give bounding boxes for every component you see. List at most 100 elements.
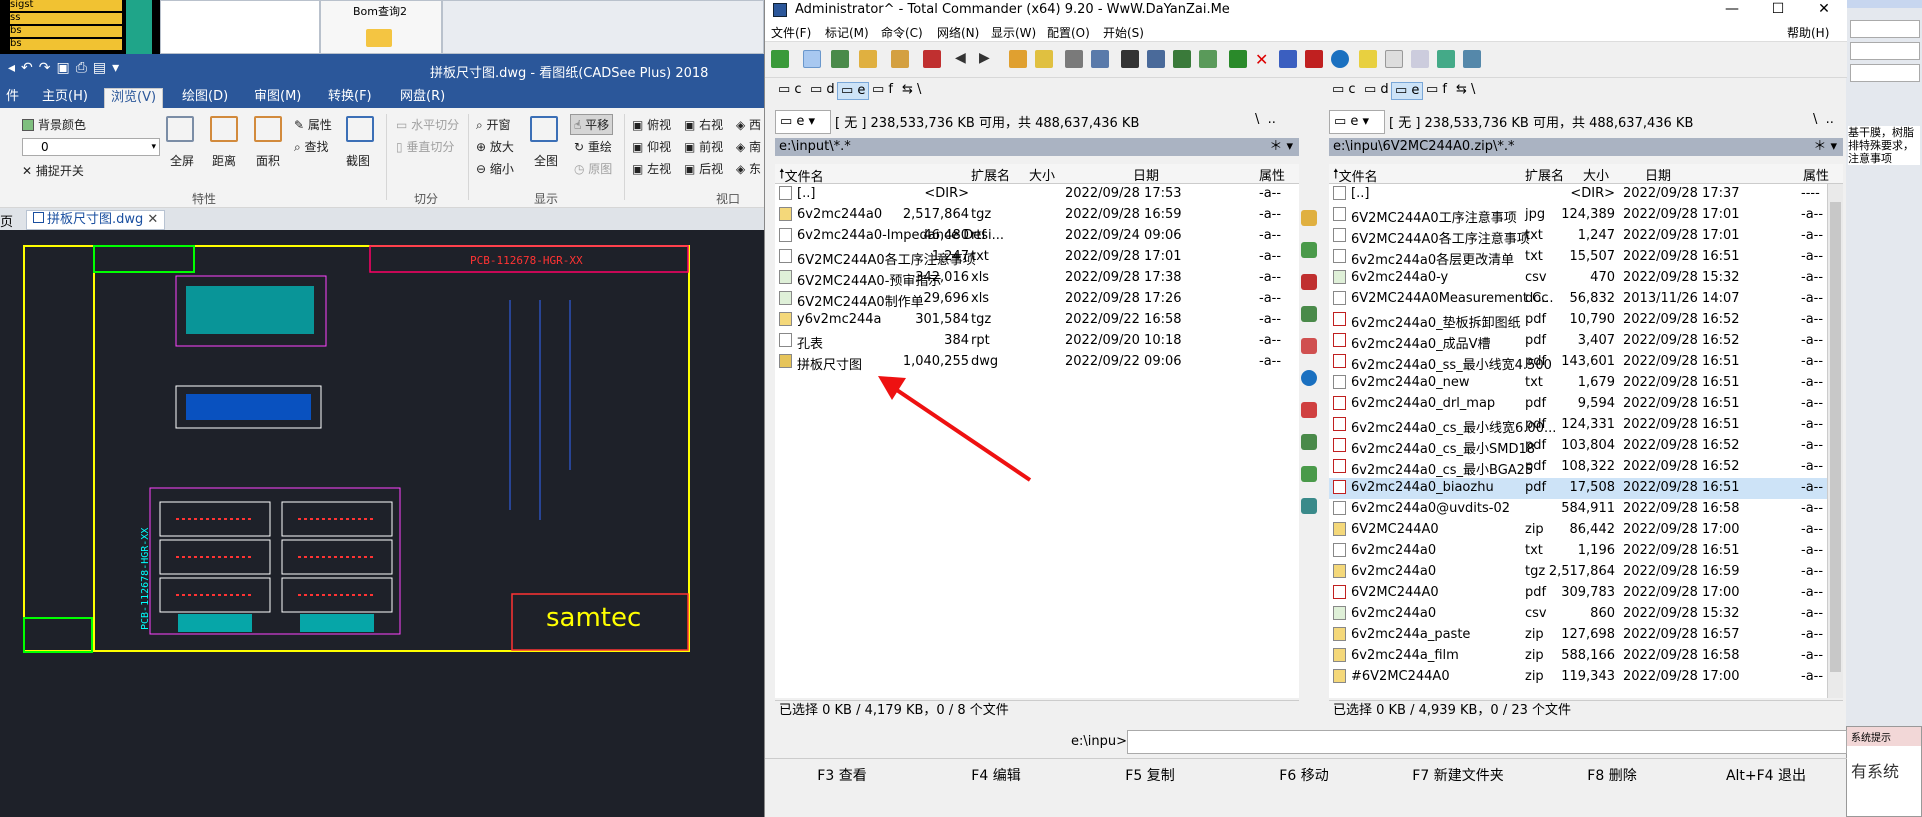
left-network-drive[interactable]: ⇆ \ (899, 82, 924, 100)
settings-icon[interactable] (1463, 50, 1481, 68)
chart-icon[interactable] (1301, 498, 1317, 514)
excel-icon[interactable] (1301, 466, 1317, 482)
file-row[interactable]: 6V2MC244A0工序注意事项 jpg 124,389 2022/09/28 17:… (1329, 205, 1827, 226)
globe-icon[interactable] (1331, 50, 1349, 68)
prev-doc-tab[interactable]: 页 (0, 211, 13, 230)
shield-icon[interactable] (1301, 402, 1317, 418)
ftp-new-icon[interactable] (1091, 50, 1109, 68)
pdf-icon[interactable] (1305, 50, 1323, 68)
file-row[interactable]: 6V2MC244A0制作单 xls 29,696 2022/09/28 17:26 -a… (775, 289, 1299, 310)
layer-dropdown[interactable]: 0 ▾ (22, 138, 160, 156)
pan-button[interactable]: ☝ 平移 (570, 114, 614, 135)
zoom-out-button[interactable]: ⊖ 缩小 (476, 160, 514, 177)
file-row[interactable]: 6v2mc244a0_垫板拆卸图纸 pdf 10,790 2022/09/28 16:… (1329, 310, 1827, 331)
document-icon[interactable] (1385, 50, 1403, 68)
tab-draw[interactable]: 绘图(D) (176, 88, 234, 108)
menu-file[interactable]: 文件(F) (771, 24, 811, 41)
back-icon[interactable]: ◀ (955, 50, 973, 68)
file-row[interactable]: 6v2mc244a0-Impedance Desi... rtf 46,480 202… (775, 226, 1299, 247)
tc-title-bar[interactable]: Administrator^ - Total Commander (x64) 9… (765, 0, 1847, 20)
front-view-button[interactable]: ▣ 前视 (684, 138, 723, 155)
file-row[interactable]: y6v2mc244a tgz 301,584 2022/09/22 16:58 -a-- (775, 310, 1299, 331)
col-date[interactable]: 日期 (1645, 165, 1671, 184)
file-row[interactable]: 6v2mc244a0各层更改清单 txt 15,507 2022/09/28 16:5… (1329, 247, 1827, 268)
screenshot-button[interactable]: 截图 (346, 152, 370, 169)
left-root-button[interactable]: \ .. (1255, 112, 1276, 127)
east-view-button[interactable]: ◈ 东 (736, 160, 761, 177)
font-icon[interactable] (1359, 50, 1377, 68)
right-scrollbar[interactable] (1827, 184, 1843, 698)
thumbnail-icon[interactable] (831, 50, 849, 68)
file-row[interactable]: 6v2mc244a0_drl_map pdf 9,594 2022/09/28 16:… (1329, 394, 1827, 415)
notepad-icon[interactable] (1411, 50, 1429, 68)
right-history-icon[interactable]: ＊ ▾ (1813, 138, 1837, 155)
file-row[interactable]: 6v2mc244a0@uvdits-02 584,911 2022/09/28 16… (1329, 499, 1827, 520)
full-view-button[interactable]: 全图 (534, 152, 558, 169)
cad-window[interactable]: ◂↶↷▣⎙▤▾ 拼板尺寸图.dwg - 看图纸(CADSee Plus) 201… (0, 54, 765, 817)
file-row[interactable]: 6V2MC244A0各工序注意事项 txt 1,247 2022/09/28 17:0… (1329, 226, 1827, 247)
col-ext[interactable]: 扩展名 (1525, 165, 1564, 184)
ftp-icon[interactable] (1065, 50, 1083, 68)
image-icon[interactable] (1301, 338, 1317, 354)
area-button[interactable]: 面积 (256, 152, 280, 169)
file-row[interactable]: 6v2mc244a0_成品V槽 pdf 3,407 2022/09/28 16:52 -… (1329, 331, 1827, 352)
right-drive-e[interactable]: ▭ e (1391, 82, 1424, 100)
file-row[interactable]: 6v2mc244a0 csv 860 2022/09/28 15:32 -a-- (1329, 604, 1827, 625)
file-row[interactable]: 6v2mc244a0_biaozhu pdf 17,508 2022/09/28 16… (1329, 478, 1827, 499)
maximize-button[interactable]: ☐ (1755, 0, 1801, 20)
f7-mkdir-button[interactable]: F7 新建文件夹 (1381, 765, 1535, 785)
close-icon[interactable]: ✕ (147, 212, 158, 227)
fullscreen-button[interactable]: 全屏 (170, 152, 194, 169)
f5-copy-button[interactable]: F5 复制 (1073, 765, 1227, 785)
command-line-input[interactable] (1127, 730, 1847, 754)
v-split-button[interactable]: ▯ 垂直切分 (396, 138, 454, 155)
f4-edit-button[interactable]: F4 编辑 (919, 765, 1073, 785)
menu-show[interactable]: 显示(W) (991, 24, 1036, 41)
tab-browse[interactable]: 浏览(V) (104, 88, 164, 108)
open-window-button[interactable]: ⌕ 开窗 (476, 116, 511, 133)
f3-view-button[interactable]: F3 查看 (765, 765, 919, 785)
rename-icon[interactable] (1147, 50, 1165, 68)
top-view-button[interactable]: ▣ 俯视 (632, 116, 671, 133)
bg-color-button[interactable]: 背景颜色 (22, 116, 86, 133)
tab-review[interactable]: 审图(M) (248, 88, 307, 108)
file-row[interactable]: 6v2mc244a0-y csv 470 2022/09/28 15:32 -a-- (1329, 268, 1827, 289)
file-row[interactable]: #6V2MC244A0 zip 119,343 2022/09/28 17:00 -a-… (1329, 667, 1827, 688)
tab-home[interactable]: 主页(H) (36, 88, 94, 108)
user-icon[interactable] (1301, 306, 1317, 322)
file-row[interactable]: 6V2MC244A0-预审指示 xls 342,016 2022/09/28 17:3… (775, 268, 1299, 289)
multi-rename-icon[interactable] (1199, 50, 1217, 68)
file-row[interactable]: 6v2mc244a0_cs_最小线宽6.00... pdf 124,331 2022/… (1329, 415, 1827, 436)
tab-file[interactable]: 件 (0, 88, 25, 108)
file-row[interactable]: 6V2MC244A0 pdf 309,783 2022/09/28 17:00 -a-- (1329, 583, 1827, 604)
minimize-button[interactable]: — (1709, 0, 1755, 20)
left-drive-c[interactable]: ▭ c (775, 82, 805, 100)
bottom-view-button[interactable]: ▣ 仰视 (632, 138, 671, 155)
f6-move-button[interactable]: F6 移动 (1227, 765, 1381, 785)
left-path[interactable]: e:\input\*.* ＊ ▾ (775, 138, 1299, 156)
h-split-button[interactable]: ▭ 水平切分 (396, 116, 459, 133)
left-drive-f[interactable]: ▭ f (869, 82, 896, 100)
col-attr[interactable]: 属性 (1803, 165, 1829, 184)
menu-start[interactable]: 开始(S) (1103, 24, 1144, 41)
menu-commands[interactable]: 命令(C) (881, 24, 923, 41)
origin-button[interactable]: ◷ 原图 (574, 160, 612, 177)
f8-delete-button[interactable]: F8 删除 (1535, 765, 1689, 785)
tab-cloud[interactable]: 网盘(R) (394, 88, 451, 108)
menu-help[interactable]: 帮助(H) (1787, 24, 1829, 41)
compare-icon[interactable] (891, 50, 909, 68)
file-row[interactable]: 6v2mc244a0_cs_最小BGA25 pdf 108,322 2022/09/2… (1329, 457, 1827, 478)
copy-names-icon[interactable] (1229, 50, 1247, 68)
sync-icon[interactable] (1173, 50, 1191, 68)
redraw-button[interactable]: ↻ 重绘 (574, 138, 612, 155)
right-view-button[interactable]: ▣ 右视 (684, 116, 723, 133)
alt-f4-exit-button[interactable]: Alt+F4 退出 (1689, 765, 1843, 785)
col-size[interactable]: 大小 (1583, 165, 1609, 184)
cad-title-bar[interactable]: ◂↶↷▣⎙▤▾ 拼板尺寸图.dwg - 看图纸(CADSee Plus) 201… (0, 54, 765, 84)
user-icon[interactable] (1301, 434, 1317, 450)
attr-button[interactable]: ✎ 属性 (294, 116, 332, 133)
right-drive-d[interactable]: ▭ d (1361, 82, 1392, 100)
close-button[interactable]: ✕ (1801, 0, 1847, 20)
right-drive-c[interactable]: ▭ c (1329, 82, 1359, 100)
pack-icon[interactable] (1009, 50, 1027, 68)
